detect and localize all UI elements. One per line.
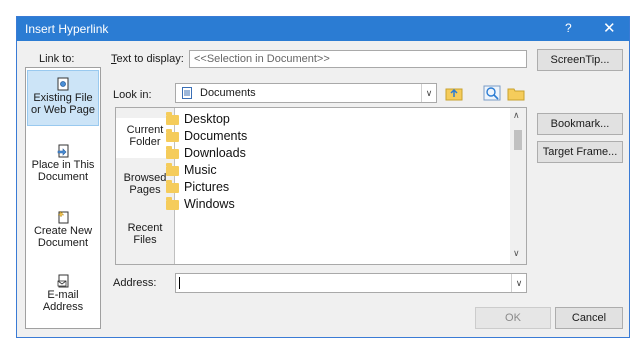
scroll-up-icon[interactable]: ∧: [513, 110, 520, 121]
tab-recent-line1: Recent: [127, 222, 163, 234]
list-item[interactable]: Downloads: [166, 146, 246, 160]
look-in-label: Look in:: [113, 89, 152, 101]
sidebar-label-existing-line2: or Web Page: [30, 104, 95, 116]
sidebar-label-place-line1: Place in This: [31, 159, 95, 171]
list-item-label: Downloads: [184, 146, 246, 160]
link-to-sidebar: Existing File or Web Page Place in This …: [25, 67, 101, 329]
sidebar-item-create-new-document[interactable]: Create New Document: [27, 210, 99, 258]
look-in-value: Documents: [200, 87, 256, 99]
browse-file-icon[interactable]: [507, 85, 525, 101]
address-field[interactable]: ∨: [175, 273, 527, 293]
sidebar-label-create-line1: Create New: [33, 225, 93, 237]
link-to-label: Link to:: [39, 53, 75, 65]
chevron-down-icon[interactable]: ∨: [511, 274, 526, 292]
title-bar[interactable]: Insert Hyperlink ? ✕: [17, 17, 629, 41]
address-label: Address:: [113, 277, 157, 289]
tab-current-line2: Folder: [129, 136, 161, 148]
existing-file-icon: [57, 77, 69, 91]
list-item-label: Pictures: [184, 180, 230, 194]
folder-icon: [166, 163, 179, 176]
cancel-button[interactable]: Cancel: [555, 307, 623, 329]
help-button[interactable]: ?: [565, 21, 572, 35]
look-in-select[interactable]: Documents ∨: [175, 83, 437, 103]
tab-recent-files[interactable]: Recent Files: [116, 222, 174, 252]
sidebar-label-create-line2: Document: [37, 237, 89, 249]
sidebar-item-existing-file[interactable]: Existing File or Web Page: [27, 70, 99, 126]
target-frame-button[interactable]: Target Frame...: [537, 141, 623, 163]
text-to-display-field[interactable]: <<Selection in Document>>: [189, 50, 527, 68]
tab-browsed-line1: Browsed: [123, 172, 167, 184]
folder-icon: [166, 197, 179, 210]
list-item[interactable]: Documents: [166, 129, 248, 143]
chevron-down-icon[interactable]: ∨: [421, 84, 436, 102]
documents-icon: [182, 87, 192, 99]
folder-icon: [166, 129, 179, 142]
tab-recent-line2: Files: [133, 234, 157, 246]
text-to-display-value: <<Selection in Document>>: [194, 53, 330, 65]
list-item[interactable]: Desktop: [166, 112, 230, 126]
sidebar-item-place-in-document[interactable]: Place in This Document: [27, 144, 99, 192]
list-item[interactable]: Pictures: [166, 180, 230, 194]
list-item[interactable]: Windows: [166, 197, 235, 211]
window-title: Insert Hyperlink: [25, 22, 109, 36]
sidebar-label-email-line2: Address: [42, 301, 84, 313]
insert-hyperlink-dialog: Insert Hyperlink ? ✕ Link to: Text to di…: [16, 16, 630, 338]
folder-icon: [166, 146, 179, 159]
sidebar-label-email-line1: E-mail: [47, 289, 79, 301]
tab-browsed-line2: Pages: [129, 184, 161, 196]
text-cursor: [179, 277, 180, 289]
folder-icon: [166, 112, 179, 125]
list-item-label: Documents: [184, 129, 248, 143]
file-browser-panel: Current Folder Browsed Pages Recent File…: [115, 107, 527, 265]
folder-icon: [166, 180, 179, 193]
sidebar-label-place-line2: Document: [37, 171, 89, 183]
text-to-display-label: Text to display:: [111, 53, 184, 65]
close-button[interactable]: ✕: [603, 19, 616, 37]
screentip-button[interactable]: ScreenTip...: [537, 49, 623, 71]
ok-button[interactable]: OK: [475, 307, 551, 329]
tab-current-line1: Current: [126, 124, 164, 136]
sidebar-label-existing-line1: Existing File: [33, 92, 93, 104]
scrollbar-thumb[interactable]: [514, 130, 522, 150]
email-icon: [57, 274, 69, 288]
bookmark-button[interactable]: Bookmark...: [537, 113, 623, 135]
scroll-down-icon[interactable]: ∨: [513, 248, 520, 259]
sidebar-item-email[interactable]: E-mail Address: [27, 274, 99, 322]
browse-web-icon[interactable]: [483, 85, 501, 101]
place-in-document-icon: [57, 144, 69, 158]
create-new-document-icon: [57, 210, 69, 224]
list-item-label: Music: [184, 163, 217, 177]
scrollbar[interactable]: ∧ ∨: [510, 108, 526, 264]
up-folder-icon[interactable]: [445, 85, 463, 101]
list-item[interactable]: Music: [166, 163, 217, 177]
list-item-label: Desktop: [184, 112, 230, 126]
list-item-label: Windows: [184, 197, 235, 211]
